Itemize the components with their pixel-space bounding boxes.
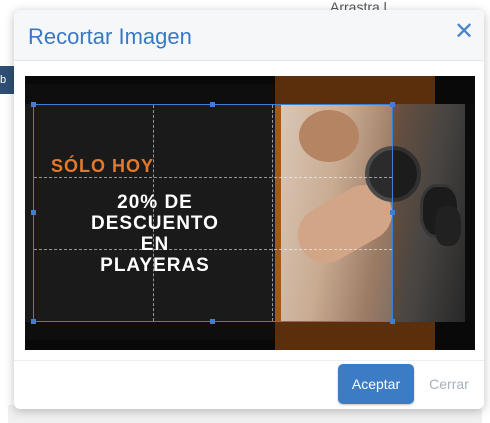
accept-button[interactable]: Aceptar — [338, 364, 414, 404]
crop-handle-top-left[interactable] — [31, 102, 36, 107]
crop-mask-right — [392, 104, 475, 322]
background-sidebar-fragment: b — [0, 66, 14, 94]
crop-image-dialog: Recortar Imagen ✕ SÓLO HOY 20% DE DESCUE… — [14, 10, 484, 409]
crop-guide-horizontal — [34, 248, 392, 250]
cancel-button[interactable]: Cerrar — [424, 364, 474, 404]
dialog-footer: Aceptar Cerrar — [14, 360, 484, 409]
crop-mask-bottom — [25, 322, 475, 350]
crop-guide-vertical — [153, 105, 155, 321]
image-crop-area[interactable]: SÓLO HOY 20% DE DESCUENTO EN PLAYERAS — [25, 76, 475, 350]
crop-handle-left[interactable] — [31, 210, 36, 215]
crop-handle-bottom-right[interactable] — [390, 319, 395, 324]
crop-selection-box[interactable] — [31, 102, 395, 324]
dialog-title: Recortar Imagen — [28, 24, 192, 49]
close-icon: ✕ — [453, 18, 475, 45]
crop-guide-horizontal — [34, 176, 392, 178]
crop-handle-bottom-left[interactable] — [31, 319, 36, 324]
close-button[interactable]: ✕ — [450, 16, 478, 48]
crop-handle-bottom[interactable] — [210, 319, 215, 324]
crop-handle-top[interactable] — [210, 102, 215, 107]
dialog-header: Recortar Imagen ✕ — [14, 10, 484, 61]
crop-handle-right[interactable] — [390, 210, 395, 215]
crop-guide-vertical — [272, 105, 274, 321]
crop-handle-top-right[interactable] — [390, 102, 395, 107]
crop-mask-top — [25, 76, 475, 104]
